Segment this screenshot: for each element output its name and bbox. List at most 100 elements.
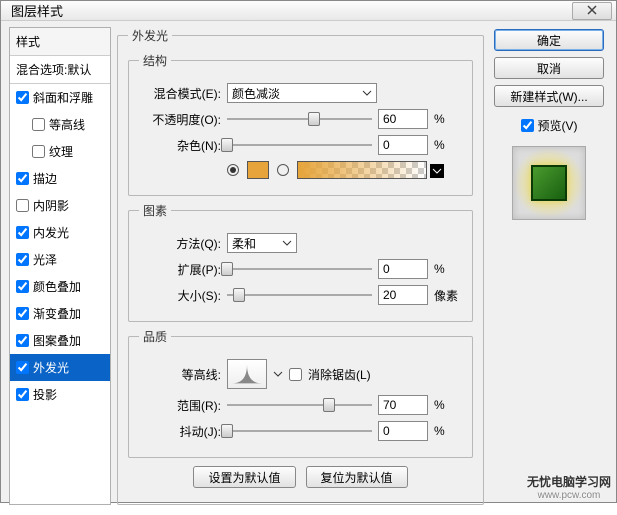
spread-unit: % (434, 262, 462, 276)
size-slider[interactable] (227, 287, 372, 303)
jitter-label: 抖动(J): (139, 423, 221, 440)
noise-unit: % (434, 138, 462, 152)
size-input[interactable]: 20 (378, 285, 428, 305)
opacity-slider[interactable] (227, 111, 372, 127)
sidebar-checkbox[interactable] (16, 226, 29, 239)
sidebar-checkbox[interactable] (16, 91, 29, 104)
blend-mode-label: 混合模式(E): (139, 85, 221, 102)
opacity-input[interactable]: 60 (378, 109, 428, 129)
watermark: 无忧电脑学习网 www.pcw.com (527, 473, 611, 501)
sidebar-checkbox[interactable] (16, 388, 29, 401)
opacity-unit: % (434, 112, 462, 126)
sidebar-item-6[interactable]: 光泽 (10, 246, 110, 273)
quality-legend: 品质 (139, 328, 171, 345)
preview-gem-icon (531, 165, 567, 201)
sidebar-checkbox[interactable] (16, 280, 29, 293)
sidebar-blend-default[interactable]: 混合选项:默认 (10, 56, 110, 84)
titlebar: 图层样式 (1, 1, 616, 21)
sidebar-item-9[interactable]: 图案叠加 (10, 327, 110, 354)
set-default-button[interactable]: 设置为默认值 (193, 466, 295, 488)
sidebar-item-2[interactable]: 纹理 (10, 138, 110, 165)
elements-legend: 图素 (139, 202, 171, 219)
chevron-down-icon (362, 90, 372, 96)
sidebar-item-label: 渐变叠加 (33, 305, 81, 322)
sidebar-item-label: 内发光 (33, 224, 69, 241)
chevron-down-icon[interactable] (430, 164, 444, 178)
method-label: 方法(Q): (139, 235, 221, 252)
blend-mode-value: 颜色减淡 (232, 85, 280, 102)
sidebar-item-8[interactable]: 渐变叠加 (10, 300, 110, 327)
sidebar-item-5[interactable]: 内发光 (10, 219, 110, 246)
sidebar-item-0[interactable]: 斜面和浮雕 (10, 84, 110, 111)
sidebar-item-7[interactable]: 颜色叠加 (10, 273, 110, 300)
preview-checkbox[interactable] (521, 119, 534, 132)
color-swatch[interactable] (247, 161, 269, 179)
close-icon (587, 4, 597, 18)
sidebar-checkbox[interactable] (16, 199, 29, 212)
blend-mode-select[interactable]: 颜色减淡 (227, 83, 377, 103)
sidebar-header[interactable]: 样式 (10, 28, 110, 56)
gradient-radio[interactable] (277, 164, 289, 176)
spread-label: 扩展(P): (139, 261, 221, 278)
sidebar-item-label: 内阴影 (33, 197, 69, 214)
layer-style-dialog: 图层样式 样式 混合选项:默认 斜面和浮雕等高线纹理描边内阴影内发光光泽颜色叠加… (0, 0, 617, 503)
opacity-label: 不透明度(O): (139, 111, 221, 128)
sidebar-item-label: 等高线 (49, 116, 85, 133)
sidebar-checkbox[interactable] (16, 361, 29, 374)
elements-fieldset: 图素 方法(Q): 柔和 扩展(P): 0 % (128, 202, 473, 322)
center-panel: 外发光 结构 混合模式(E): 颜色减淡 不透明度(O): (117, 27, 484, 505)
jitter-input[interactable]: 0 (378, 421, 428, 441)
sidebar-item-label: 颜色叠加 (33, 278, 81, 295)
sidebar-checkbox[interactable] (32, 118, 45, 131)
sidebar-checkbox[interactable] (16, 334, 29, 347)
antialias-checkbox[interactable] (289, 368, 302, 381)
sidebar-checkbox[interactable] (16, 172, 29, 185)
sidebar-checkbox[interactable] (32, 145, 45, 158)
chevron-down-icon (282, 240, 292, 246)
spread-slider[interactable] (227, 261, 372, 277)
antialias-label: 消除锯齿(L) (308, 366, 371, 383)
range-input[interactable]: 70 (378, 395, 428, 415)
jitter-unit: % (434, 424, 462, 438)
cancel-button[interactable]: 取消 (494, 57, 604, 79)
sidebar-item-4[interactable]: 内阴影 (10, 192, 110, 219)
contour-picker[interactable] (227, 359, 267, 389)
sidebar-item-10[interactable]: 外发光 (10, 354, 110, 381)
range-unit: % (434, 398, 462, 412)
sidebar-item-1[interactable]: 等高线 (10, 111, 110, 138)
spread-input[interactable]: 0 (378, 259, 428, 279)
jitter-slider[interactable] (227, 423, 372, 439)
sidebar-item-label: 外发光 (33, 359, 69, 376)
sidebar-item-11[interactable]: 投影 (10, 381, 110, 408)
reset-default-button[interactable]: 复位为默认值 (306, 466, 408, 488)
chevron-down-icon[interactable] (273, 371, 283, 377)
sidebar-checkbox[interactable] (16, 307, 29, 320)
sidebar-checkbox[interactable] (16, 253, 29, 266)
range-label: 范围(R): (139, 397, 221, 414)
quality-fieldset: 品质 等高线: 消除锯齿(L) 范围(R): 70 (128, 328, 473, 458)
size-unit: 像素 (434, 287, 462, 304)
sidebar-item-label: 光泽 (33, 251, 57, 268)
method-value: 柔和 (232, 235, 256, 252)
sidebar-item-label: 斜面和浮雕 (33, 89, 93, 106)
preview-label: 预览(V) (538, 117, 578, 134)
contour-label: 等高线: (139, 366, 221, 383)
method-select[interactable]: 柔和 (227, 233, 297, 253)
sidebar-item-label: 纹理 (49, 143, 73, 160)
solid-color-radio[interactable] (227, 164, 239, 176)
sidebar-item-label: 投影 (33, 386, 57, 403)
structure-legend: 结构 (139, 52, 171, 69)
styles-sidebar: 样式 混合选项:默认 斜面和浮雕等高线纹理描边内阴影内发光光泽颜色叠加渐变叠加图… (9, 27, 111, 505)
close-button[interactable] (572, 2, 612, 20)
gradient-picker[interactable] (297, 161, 427, 179)
sidebar-item-3[interactable]: 描边 (10, 165, 110, 192)
ok-button[interactable]: 确定 (494, 29, 604, 51)
window-title: 图层样式 (11, 1, 572, 20)
range-slider[interactable] (227, 397, 372, 413)
right-panel: 确定 取消 新建样式(W)... 预览(V) (490, 27, 608, 505)
noise-slider[interactable] (227, 137, 372, 153)
preview-thumbnail (512, 146, 586, 220)
noise-input[interactable]: 0 (378, 135, 428, 155)
noise-label: 杂色(N): (139, 137, 221, 154)
new-style-button[interactable]: 新建样式(W)... (494, 85, 604, 107)
